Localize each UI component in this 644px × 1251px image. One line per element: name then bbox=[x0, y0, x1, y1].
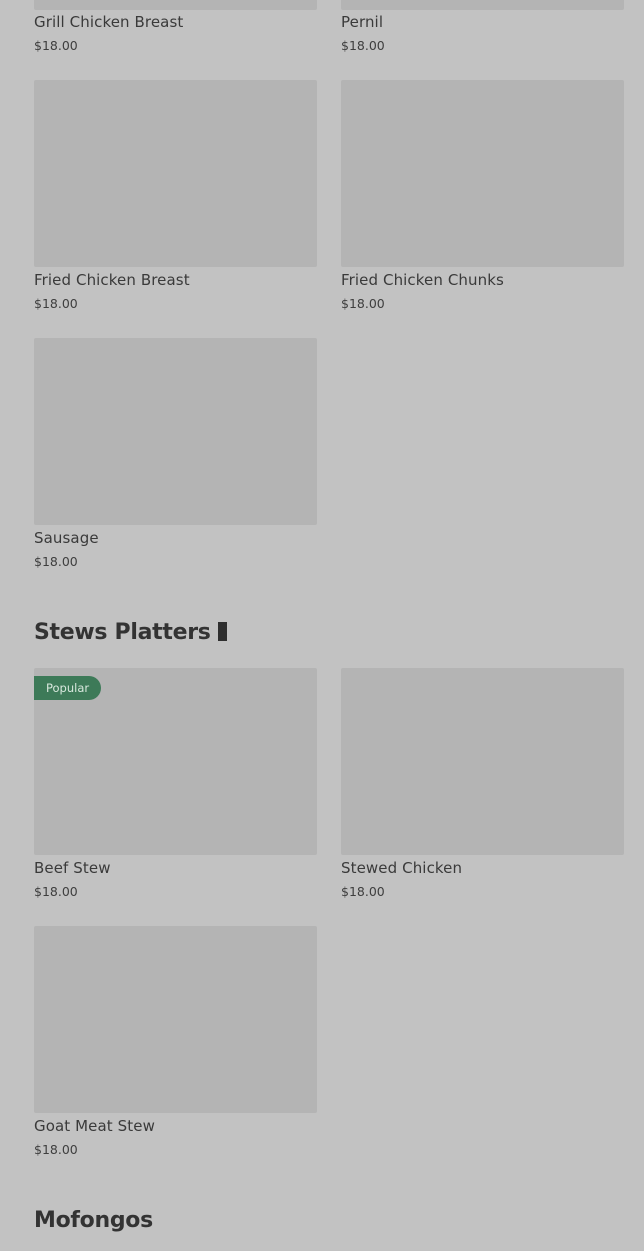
section-title-text: Mofongos bbox=[34, 1208, 153, 1233]
menu-item-name: Goat Meat Stew bbox=[34, 1117, 155, 1135]
menu-item-image bbox=[341, 80, 624, 267]
menu-item-price: $18.00 bbox=[34, 296, 78, 311]
menu-item-image bbox=[34, 338, 317, 525]
menu-item-name: Beef Stew bbox=[34, 859, 111, 877]
menu-item-price: $18.00 bbox=[341, 296, 385, 311]
menu-item-price: $18.00 bbox=[341, 38, 385, 53]
menu-item-image bbox=[34, 80, 317, 267]
popular-badge: Popular bbox=[34, 676, 102, 700]
menu-item-image bbox=[34, 926, 317, 1113]
menu-item-name: Fried Chicken Breast bbox=[34, 271, 190, 289]
menu-item-price: $18.00 bbox=[34, 884, 78, 899]
menu-item-price: $18.00 bbox=[34, 1142, 78, 1157]
menu-item-name: Fried Chicken Chunks bbox=[341, 271, 504, 289]
menu-item-name: Stewed Chicken bbox=[341, 859, 463, 877]
menu-item-price: $18.00 bbox=[341, 884, 385, 899]
menu-item-name: Grill Chicken Breast bbox=[34, 13, 184, 31]
menu-item-image bbox=[341, 0, 624, 10]
menu-item-name: Sausage bbox=[34, 529, 99, 547]
section-title-text: Stews Platters bbox=[34, 620, 211, 645]
menu-item-image bbox=[34, 0, 317, 10]
section-title-mofongos: Mofongos bbox=[34, 1208, 153, 1233]
text-cursor-block bbox=[217, 622, 227, 641]
menu-item-name: Pernil bbox=[341, 13, 384, 31]
menu-item-image bbox=[341, 668, 624, 855]
menu-item-price: $18.00 bbox=[34, 554, 78, 569]
section-title-stews: Stews Platters bbox=[34, 620, 227, 645]
menu-item-price: $18.00 bbox=[34, 38, 78, 53]
